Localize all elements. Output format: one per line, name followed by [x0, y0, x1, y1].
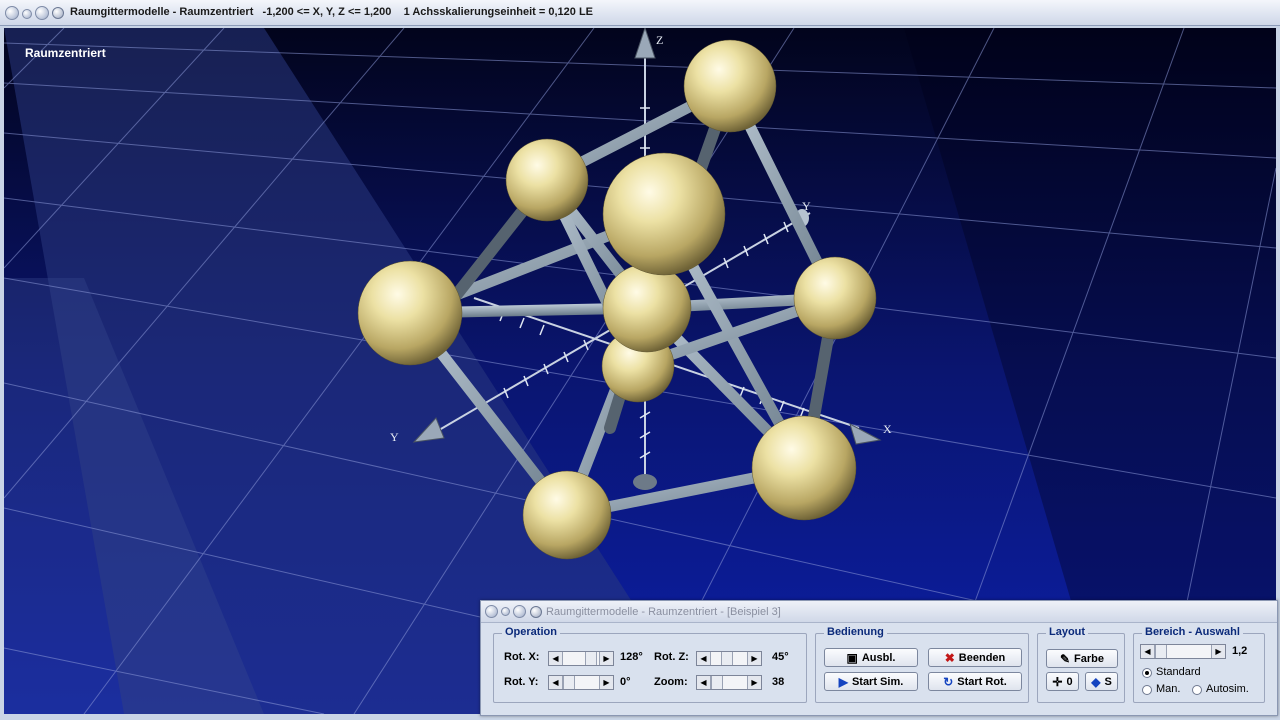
ausbl-button-label: Ausbl. [861, 651, 896, 664]
autosim-radio[interactable] [1192, 685, 1202, 695]
rot-z-value: 45° [772, 651, 789, 663]
close-circle-button[interactable] [5, 6, 19, 20]
scene-label: Raumzentriert [25, 46, 106, 60]
control-panel: Raumgittermodelle - Raumzentriert - [Bei… [480, 600, 1278, 716]
standard-radio-label: Standard [1156, 666, 1201, 678]
slider-thumb[interactable] [1155, 645, 1167, 658]
hide-icon: ▣ [846, 650, 858, 665]
panel-maximize-button[interactable] [513, 605, 526, 618]
slider-right-arrow-icon[interactable]: ▶ [747, 676, 761, 689]
zoom-slider[interactable]: ◀ ▶ [696, 675, 762, 690]
autosim-radio-label: Autosim. [1206, 683, 1249, 695]
start-sim-button-label: Start Sim. [851, 675, 904, 688]
panel-title-bar: Raumgittermodelle - Raumzentriert - [Bei… [481, 601, 1277, 623]
slider-thumb[interactable] [721, 652, 733, 665]
rot-x-value: 128° [620, 651, 643, 663]
farbe-button[interactable]: ✎ Farbe [1046, 649, 1118, 668]
atom [751, 415, 857, 521]
slider-left-arrow-icon[interactable]: ◀ [549, 652, 563, 665]
x-axis-label: X [883, 422, 892, 436]
rot-z-label: Rot. Z: [654, 651, 689, 663]
origin-cap [633, 474, 657, 490]
slider-right-arrow-icon[interactable]: ▶ [599, 676, 613, 689]
ausbl-button[interactable]: ▣ Ausbl. [824, 648, 918, 667]
window-title: Raumgittermodelle - Raumzentriert -1,200… [70, 6, 594, 18]
atom [602, 152, 726, 276]
paint-icon: ✎ [1059, 651, 1071, 666]
atom [522, 470, 612, 560]
y-axis-label: Y [390, 430, 399, 444]
atom [793, 256, 877, 340]
panel-app-icon [530, 606, 542, 618]
panel-minimize-button[interactable] [501, 607, 510, 616]
slider-left-arrow-icon[interactable]: ◀ [549, 676, 563, 689]
bereich-slider[interactable]: ◀ ▶ [1140, 644, 1226, 659]
layout-group: Layout ✎ Farbe ✛ 0 ◆ S [1037, 626, 1125, 703]
slider-thumb[interactable] [711, 676, 723, 689]
beenden-button[interactable]: ✖ Beenden [928, 648, 1022, 667]
panel-title: Raumgittermodelle - Raumzentriert - [Bei… [546, 606, 781, 618]
atom [505, 138, 589, 222]
z-axis-label: Z [656, 33, 663, 47]
rot-y-slider[interactable]: ◀ ▶ [548, 675, 614, 690]
panel-close-button[interactable] [485, 605, 498, 618]
man-radio[interactable] [1142, 685, 1152, 695]
rot-y-value: 0° [620, 676, 631, 688]
maximize-circle-button[interactable] [35, 6, 49, 20]
rot-x-slider[interactable]: ◀ ▶ [548, 651, 614, 666]
brush-icon: ◆ [1091, 674, 1101, 689]
slider-thumb[interactable] [563, 676, 575, 689]
operation-group-label: Operation [502, 626, 560, 638]
rot-x-label: Rot. X: [504, 651, 540, 663]
s-button-label: S [1104, 675, 1112, 688]
play-icon: ▶ [838, 674, 848, 689]
slider-left-arrow-icon[interactable]: ◀ [1141, 645, 1155, 658]
man-radio-label: Man. [1156, 683, 1181, 695]
slider-right-arrow-icon[interactable]: ▶ [599, 652, 613, 665]
layout-group-label: Layout [1046, 626, 1089, 638]
zoom-label: Zoom: [654, 676, 688, 688]
atom [602, 263, 692, 353]
bereich-group: Bereich - Auswahl ◀ ▶ 1,2 Standard Man. … [1133, 626, 1265, 703]
zoom-value: 38 [772, 676, 785, 688]
standard-radio[interactable] [1142, 668, 1152, 678]
crosshair-icon: ✛ [1052, 674, 1063, 689]
slider-right-arrow-icon[interactable]: ▶ [747, 652, 761, 665]
slider-left-arrow-icon[interactable]: ◀ [697, 676, 711, 689]
app-icon [52, 7, 64, 19]
slider-left-arrow-icon[interactable]: ◀ [697, 652, 711, 665]
start-sim-button[interactable]: ▶ Start Sim. [824, 672, 918, 691]
slider-right-arrow-icon[interactable]: ▶ [1211, 645, 1225, 658]
rotate-icon: ↻ [943, 674, 954, 689]
y-axis-label-far: Y [802, 199, 811, 213]
rot-z-slider[interactable]: ◀ ▶ [696, 651, 762, 666]
reset-origin-button[interactable]: ✛ 0 [1046, 672, 1079, 691]
bereich-group-label: Bereich - Auswahl [1142, 626, 1243, 638]
bereich-value: 1,2 [1232, 645, 1248, 657]
farbe-button-label: Farbe [1074, 652, 1105, 665]
bedienung-group-label: Bedienung [824, 626, 887, 638]
start-rot-button[interactable]: ↻ Start Rot. [928, 672, 1022, 691]
minimize-circle-button[interactable] [22, 9, 32, 19]
close-icon: ✖ [944, 650, 955, 665]
beenden-button-label: Beenden [958, 651, 1006, 664]
atom [683, 39, 777, 133]
start-rot-button-label: Start Rot. [957, 675, 1007, 688]
reset-origin-button-label: 0 [1066, 675, 1073, 688]
bedienung-group: Bedienung ▣ Ausbl. ✖ Beenden ▶ Start Sim… [815, 626, 1029, 703]
operation-group: Operation Rot. X: ◀ ▶ 128° Rot. Z: ◀ ▶ 4… [493, 626, 807, 703]
main-title-bar: Raumgittermodelle - Raumzentriert -1,200… [0, 0, 1280, 26]
s-button[interactable]: ◆ S [1085, 672, 1118, 691]
atom [357, 260, 463, 366]
slider-thumb[interactable] [585, 652, 597, 665]
rot-y-label: Rot. Y: [504, 676, 539, 688]
